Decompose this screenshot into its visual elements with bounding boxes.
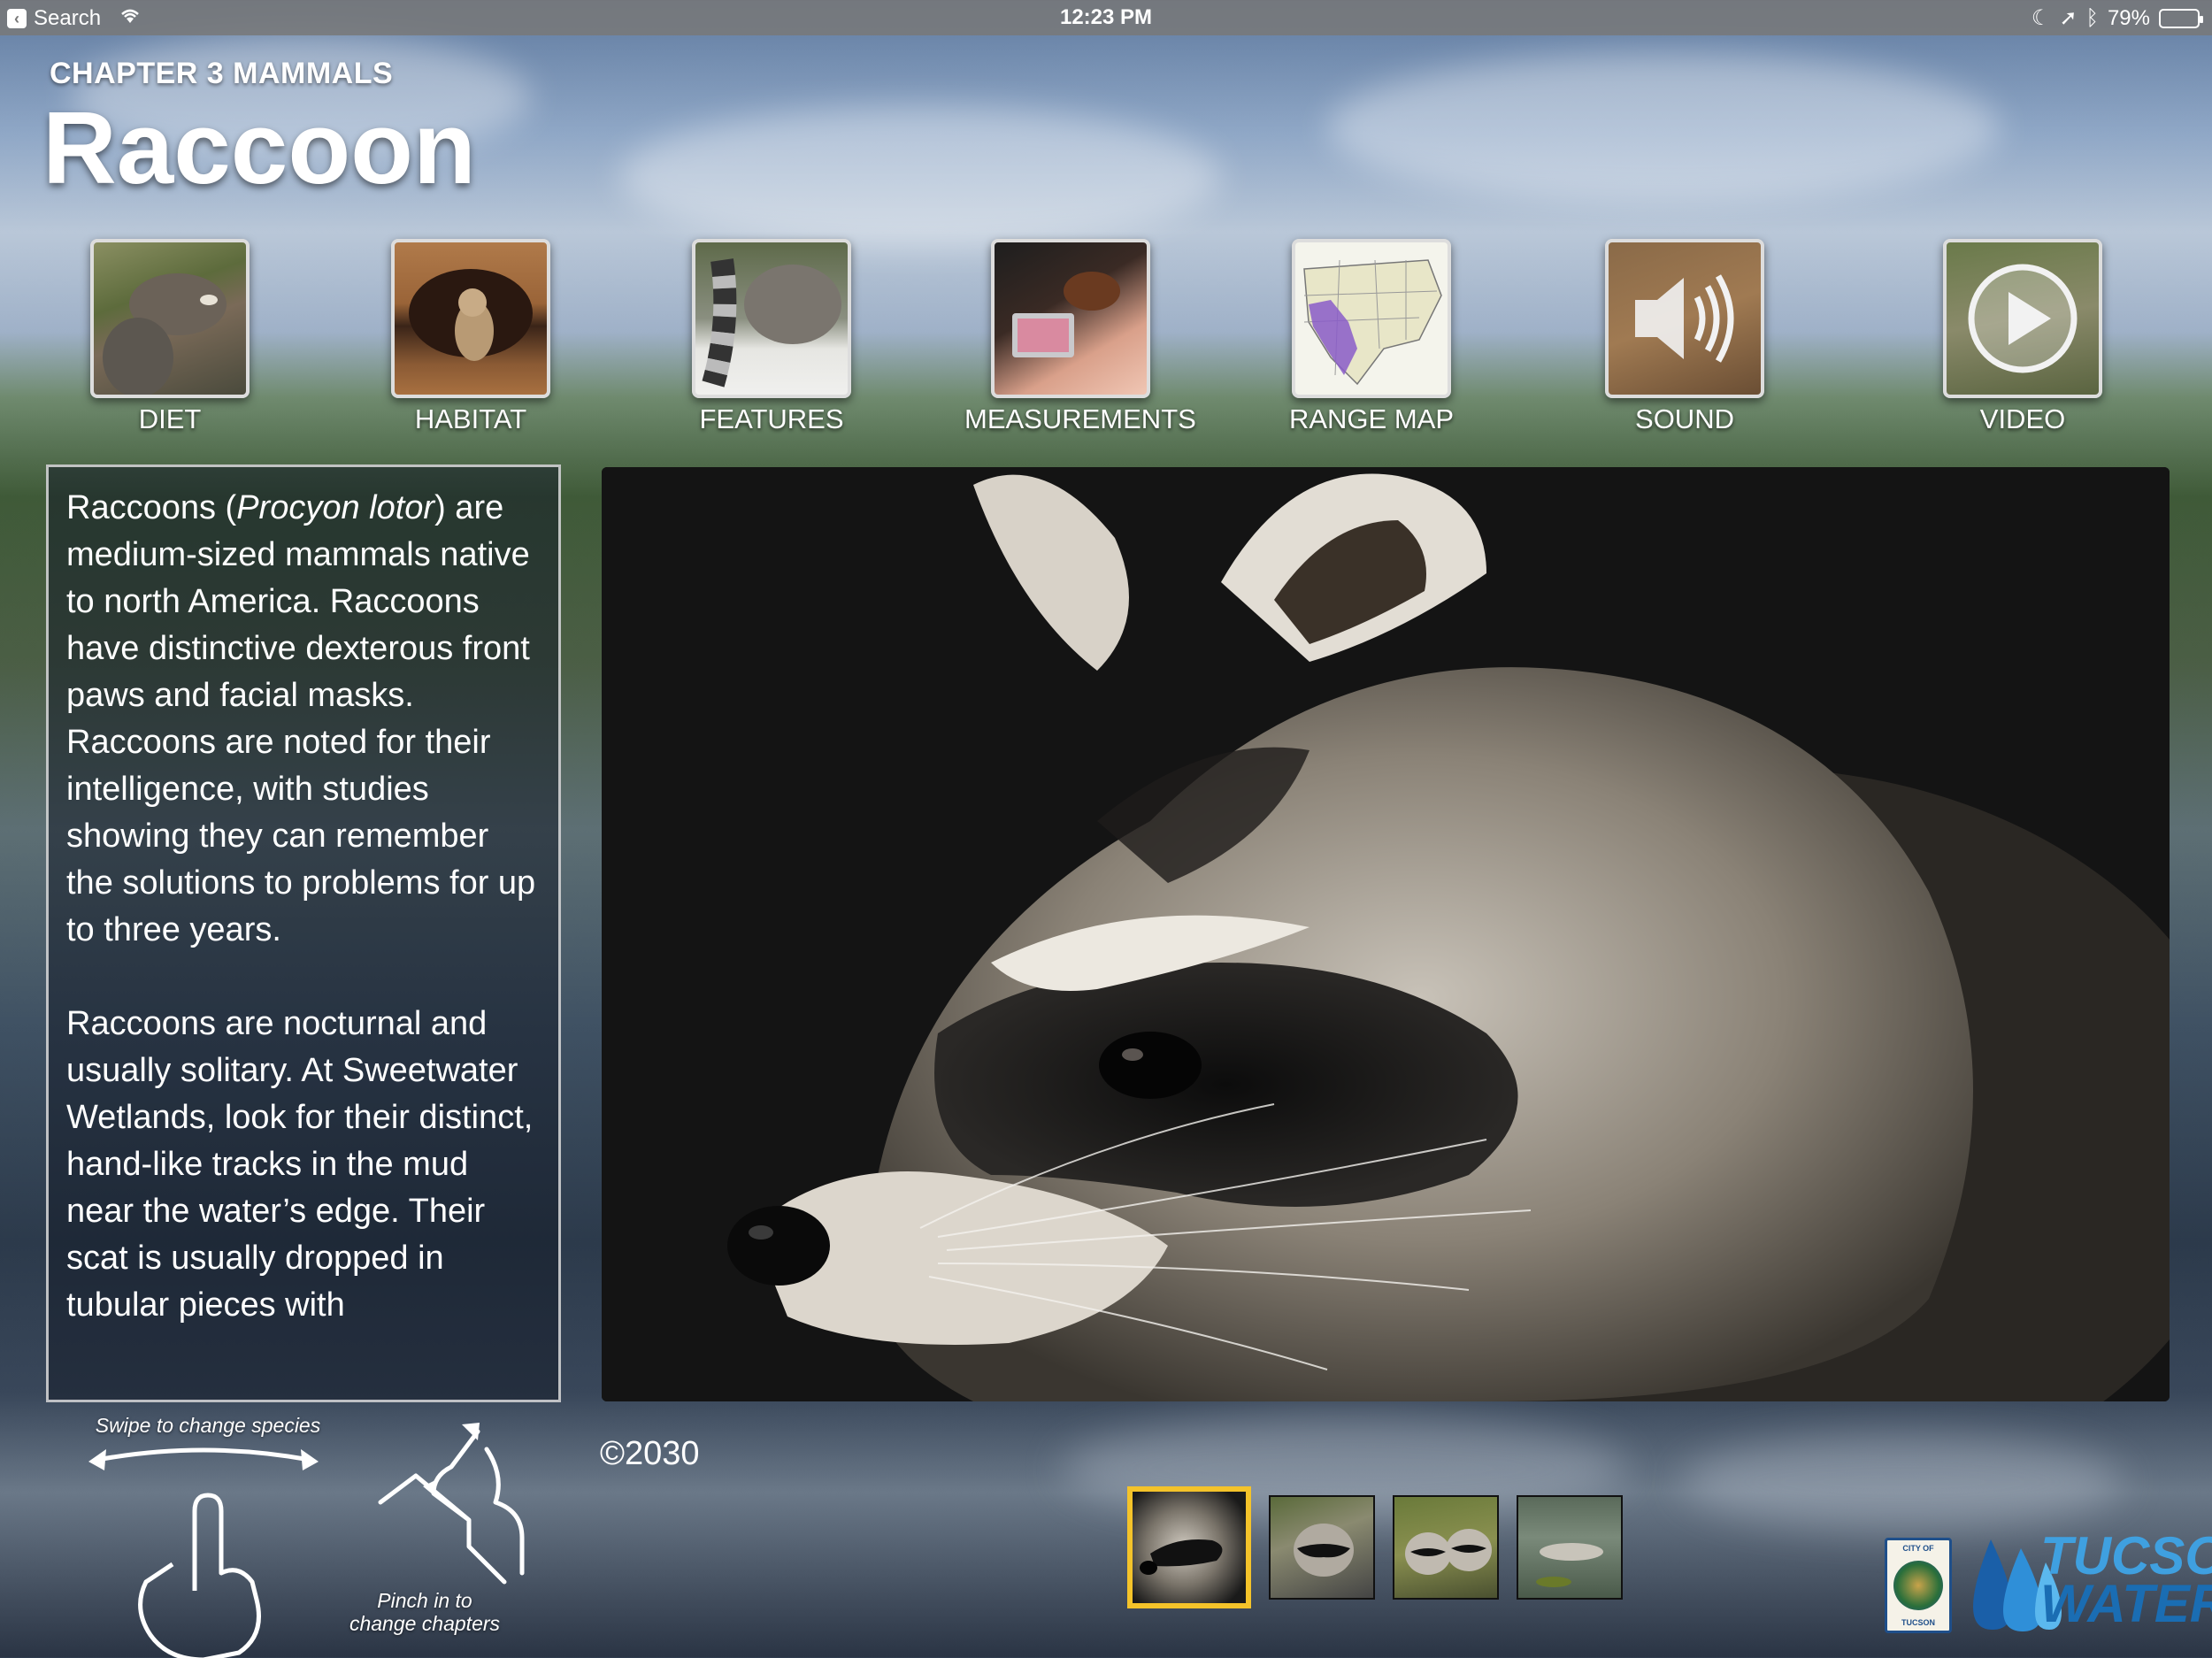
habitat-photo <box>391 239 550 398</box>
nav-diet[interactable]: DIET <box>64 239 276 435</box>
diet-photo <box>90 239 250 398</box>
speaker-icon <box>1635 274 1734 363</box>
background-reflection <box>1681 1433 2124 1531</box>
moon-icon: ☾ <box>2031 6 2051 30</box>
nav-label: DIET <box>138 403 202 434</box>
chapter-label: CHAPTER 3 MAMMALS <box>50 57 394 90</box>
nav-label: HABITAT <box>414 403 527 434</box>
status-bar: ‹ Search 12:23 PM ☾ ➚ ᛒ 79% <box>0 0 2212 35</box>
nav-sound[interactable]: SOUND <box>1578 239 1791 435</box>
pinch-hint-line2: change chapters <box>349 1612 501 1635</box>
location-arrow-icon: ➚ <box>2059 6 2078 30</box>
seal-bottom-text: TUCSON <box>1901 1618 1935 1627</box>
gallery-thumb-1[interactable] <box>1127 1486 1251 1608</box>
pinch-hint: Pinch in to change chapters <box>345 1414 531 1644</box>
logo-line2: WATER <box>2040 1574 2212 1633</box>
measurements-photo <box>991 239 1150 398</box>
swipe-hint: Swipe to change species <box>80 1414 345 1658</box>
pinch-hint-text: Pinch in to change chapters <box>327 1589 522 1635</box>
wordmark-text: TUCSON WATER <box>2040 1526 2212 1633</box>
background-cloud <box>1327 53 2000 203</box>
pinch-hint-line1: Pinch in to <box>377 1589 472 1612</box>
copyright: ©2030 <box>600 1435 700 1472</box>
main-species-photo[interactable] <box>602 467 2170 1401</box>
gallery-thumb-4[interactable] <box>1517 1495 1623 1600</box>
nav-label: FEATURES <box>699 403 844 434</box>
battery-percent: 79% <box>2107 5 2150 30</box>
tucson-water-logo: CITY OF TUCSON TUCSON WATER <box>1885 1530 2212 1633</box>
species-description[interactable]: Raccoons (Procyon lotor) are medium-size… <box>46 464 561 1402</box>
nav-habitat[interactable]: HABITAT <box>365 239 577 435</box>
description-paragraph: Raccoons (Procyon lotor) are medium-size… <box>66 485 541 954</box>
description-text: Raccoons ( <box>66 489 237 526</box>
swipe-gesture-icon <box>88 1447 319 1658</box>
gallery-thumb-3[interactable] <box>1393 1495 1499 1600</box>
city-seal: CITY OF TUCSON <box>1885 1538 1952 1633</box>
nav-label: RANGE MAP <box>1288 403 1455 434</box>
logo-line1: TUCSON <box>2040 1526 2212 1585</box>
play-icon <box>1968 264 2078 373</box>
nav-range-map[interactable]: RANGE MAP <box>1265 239 1478 435</box>
swipe-hint-text: Swipe to change species <box>95 1414 321 1437</box>
seal-top-text: CITY OF <box>1902 1544 1934 1553</box>
nav-features[interactable]: FEATURES <box>665 239 878 435</box>
tucson-water-wordmark: TUCSON WATER <box>1964 1530 2212 1633</box>
background-cloud <box>619 106 1221 248</box>
seal-emblem <box>1893 1561 1943 1610</box>
description-paragraph: Raccoons are nocturnal and usually solit… <box>66 1005 534 1324</box>
raccoon-photo <box>602 467 2170 1401</box>
scientific-name: Procyon lotor <box>236 489 435 526</box>
nav-video[interactable]: VIDEO <box>1916 239 2129 435</box>
sound-photo <box>1605 239 1764 398</box>
section-nav: DIET HABITAT FEATURES MEASUREMENTS RANGE… <box>0 239 2212 442</box>
description-text: ) are medium-sized mammals native to nor… <box>66 489 536 948</box>
photo-gallery <box>1127 1486 1623 1608</box>
nav-label: VIDEO <box>1979 403 2066 434</box>
range-map <box>1292 239 1451 398</box>
pinch-gesture-icon <box>378 1423 525 1585</box>
battery-icon <box>2159 8 2203 28</box>
features-photo <box>692 239 851 398</box>
nav-label: MEASUREMENTS <box>964 403 1196 434</box>
gallery-thumb-2[interactable] <box>1269 1495 1375 1600</box>
video-photo <box>1943 239 2102 398</box>
nav-measurements[interactable]: MEASUREMENTS <box>964 239 1196 435</box>
bluetooth-icon: ᛒ <box>2085 5 2099 30</box>
status-time: 12:23 PM <box>1059 5 1153 29</box>
nav-label: SOUND <box>1635 403 1734 434</box>
page-title: Raccoon <box>42 90 476 205</box>
